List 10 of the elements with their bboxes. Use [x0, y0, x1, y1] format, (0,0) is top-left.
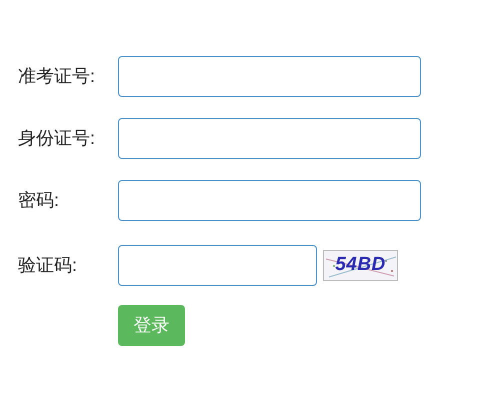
input-field[interactable]: [118, 56, 421, 97]
input-field[interactable]: [118, 180, 421, 221]
field-label: 验证码:: [18, 254, 78, 277]
captcha-image: 54BD: [323, 250, 398, 281]
field-label: 密码:: [18, 189, 60, 212]
input-field[interactable]: [118, 118, 421, 159]
captcha-input[interactable]: [118, 245, 317, 286]
field-label: 准考证号:: [18, 65, 96, 88]
field-label: 身份证号:: [18, 127, 96, 150]
login-button[interactable]: 登录: [118, 305, 185, 346]
